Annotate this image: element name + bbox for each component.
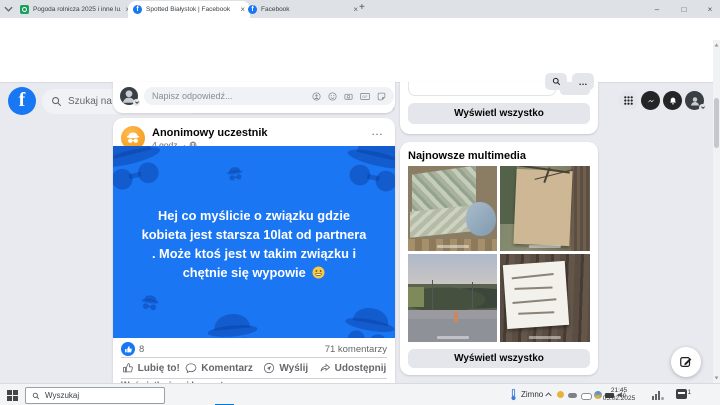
media-photo-note[interactable] — [500, 254, 590, 342]
page-scrollbar[interactable] — [713, 40, 720, 383]
share-arrow-icon — [319, 362, 331, 374]
post-image-text: Hej co myślicie o związku gdzie kobieta … — [123, 206, 385, 282]
chevron-down-icon — [133, 99, 140, 106]
close-tab-icon[interactable]: × — [353, 5, 358, 14]
apps-menu-button[interactable] — [619, 91, 638, 110]
clock-time: 21:45 — [600, 387, 638, 395]
grid-menu-icon — [624, 96, 633, 105]
comment-input[interactable]: Napisz odpowiedź... GIF — [144, 87, 394, 105]
image-text-line: kobieta jest starsza 10lat od partnera — [123, 225, 385, 244]
scroll-up-arrow-icon[interactable] — [714, 43, 719, 47]
tab-favicon-green-search-icon — [20, 5, 29, 14]
post-image[interactable]: Hej co myślicie o związku gdzie kobieta … — [113, 146, 395, 338]
tray-cloud-icon[interactable] — [568, 393, 577, 398]
media-photo-sofa[interactable] — [408, 166, 497, 251]
start-button[interactable] — [7, 390, 18, 401]
tray-cloud-outline-icon[interactable] — [581, 393, 592, 400]
camera-icon[interactable] — [344, 92, 353, 101]
scrollbar-thumb[interactable] — [714, 98, 719, 148]
taskbar-search-box[interactable]: Wyszukaj — [25, 387, 165, 404]
media-photo-board[interactable] — [500, 166, 590, 251]
avatar-sticker-icon[interactable] — [312, 92, 321, 101]
recent-media-title: Najnowsze multimedia — [408, 150, 526, 162]
new-tab-button[interactable]: + — [359, 2, 365, 13]
messenger-icon — [646, 96, 656, 106]
tab-favicon-facebook-icon: f — [248, 5, 257, 14]
post-action-bar: Lubię to! Komentarz Wyślij Udostępnij — [119, 359, 389, 377]
tab-title: Facebook — [261, 6, 349, 13]
notifications-button[interactable] — [663, 91, 682, 110]
search-icon — [51, 96, 62, 107]
composer-avatar[interactable] — [120, 87, 138, 105]
browser-tab-strip: Pogoda rolnicza 2025 i inne lu... × f Sp… — [0, 0, 720, 18]
gif-icon[interactable]: GIF — [360, 92, 370, 101]
tab-facebook[interactable]: f Facebook × — [243, 1, 363, 18]
window-close-button[interactable]: × — [699, 0, 720, 18]
media-view-all-button[interactable]: Wyświetl wszystko — [408, 349, 590, 368]
share-label: Udostępnij — [335, 363, 387, 374]
tab-title: Spotted Białystok | Facebook — [146, 6, 236, 13]
new-message-fab[interactable] — [671, 347, 701, 377]
tray-location-icon[interactable] — [557, 391, 564, 398]
screen: Pogoda rolnicza 2025 i inne lu... × f Sp… — [0, 0, 720, 405]
sticker-icon[interactable] — [377, 92, 386, 101]
sidebar-view-all-button[interactable]: Wyświetl wszystko — [408, 103, 590, 124]
facebook-header: f Szukaj na Facebooku — [0, 40, 720, 83]
media-photo-street[interactable] — [408, 254, 497, 342]
tab-pogoda[interactable]: Pogoda rolnicza 2025 i inne lu... × — [15, 1, 135, 18]
group-search-button[interactable] — [545, 73, 567, 90]
group-more-button[interactable]: … — [572, 73, 594, 90]
smiley-emoji-icon — [312, 266, 325, 279]
taskbar-search-placeholder: Wyszukaj — [45, 391, 79, 400]
chevron-down-icon — [699, 104, 706, 111]
compose-pencil-icon — [679, 355, 693, 369]
windows-taskbar: Wyszukaj + Zimno 21:45 05.02.2025 — [0, 383, 720, 405]
post-menu-button[interactable]: … — [371, 124, 384, 138]
tab-title: Pogoda rolnicza 2025 i inne lu... — [33, 6, 121, 13]
share-button[interactable]: Udostępnij — [316, 359, 389, 377]
svg-text:GIF: GIF — [362, 94, 368, 98]
image-text-line: Hej co myślicie o związku gdzie — [123, 206, 385, 225]
weather-label[interactable]: Zimno — [521, 390, 543, 399]
tab-favicon-facebook-icon: f — [133, 5, 142, 14]
sidebar-cropped-row[interactable] — [408, 82, 556, 96]
sidebar-top-card: Wyświetl wszystko — [400, 82, 598, 134]
recent-media-card: Najnowsze multimedia — [400, 142, 598, 375]
comment-input-placeholder: Napisz odpowiedź... — [152, 91, 233, 101]
weather-thermometer-icon[interactable] — [510, 388, 517, 401]
messenger-button[interactable] — [641, 91, 660, 110]
scroll-down-arrow-icon[interactable] — [714, 376, 719, 380]
window-minimize-button[interactable]: – — [646, 0, 668, 18]
thumbs-up-icon — [122, 362, 134, 374]
bell-icon — [668, 96, 678, 106]
image-text-line: . Może ktoś jest w takim związku i — [123, 244, 385, 263]
window-maximize-button[interactable]: □ — [673, 0, 695, 18]
tab-spotted-bialystok[interactable]: f Spotted Białystok | Facebook × — [128, 1, 250, 18]
search-icon — [552, 77, 561, 86]
clock-date: 05.02.2025 — [600, 395, 638, 403]
notification-badge: 1 — [688, 390, 691, 396]
profile-avatar[interactable] — [685, 91, 704, 110]
comment-composer-card: Napisz odpowiedź... GIF — [113, 82, 395, 113]
comments-count[interactable]: 71 komentarzy — [121, 344, 387, 355]
post-author[interactable]: Anonimowy uczestnik — [152, 127, 268, 139]
like-button[interactable]: Lubię to! — [119, 359, 183, 377]
comment-label: Komentarz — [201, 363, 253, 374]
tab-search-chevron-icon[interactable] — [4, 6, 13, 12]
search-icon — [32, 392, 40, 400]
notification-center-icon[interactable]: 1 — [676, 389, 687, 399]
send-icon — [263, 362, 275, 374]
comment-button[interactable]: Komentarz — [183, 359, 256, 377]
facebook-logo[interactable]: f — [8, 87, 36, 115]
emoji-icon[interactable] — [328, 92, 337, 101]
like-label: Lubię to! — [138, 363, 180, 374]
taskbar-clock[interactable]: 21:45 05.02.2025 — [600, 387, 638, 402]
send-button[interactable]: Wyślij — [256, 359, 316, 377]
tray-chevron-up-icon[interactable] — [545, 392, 552, 397]
browser-toolbar: facebook.com/groups/543584815719911/ Obi… — [0, 18, 720, 40]
send-label: Wyślij — [279, 363, 308, 374]
image-text-line: chętnie się wypowie — [123, 263, 385, 282]
comment-bubble-icon — [185, 362, 197, 374]
